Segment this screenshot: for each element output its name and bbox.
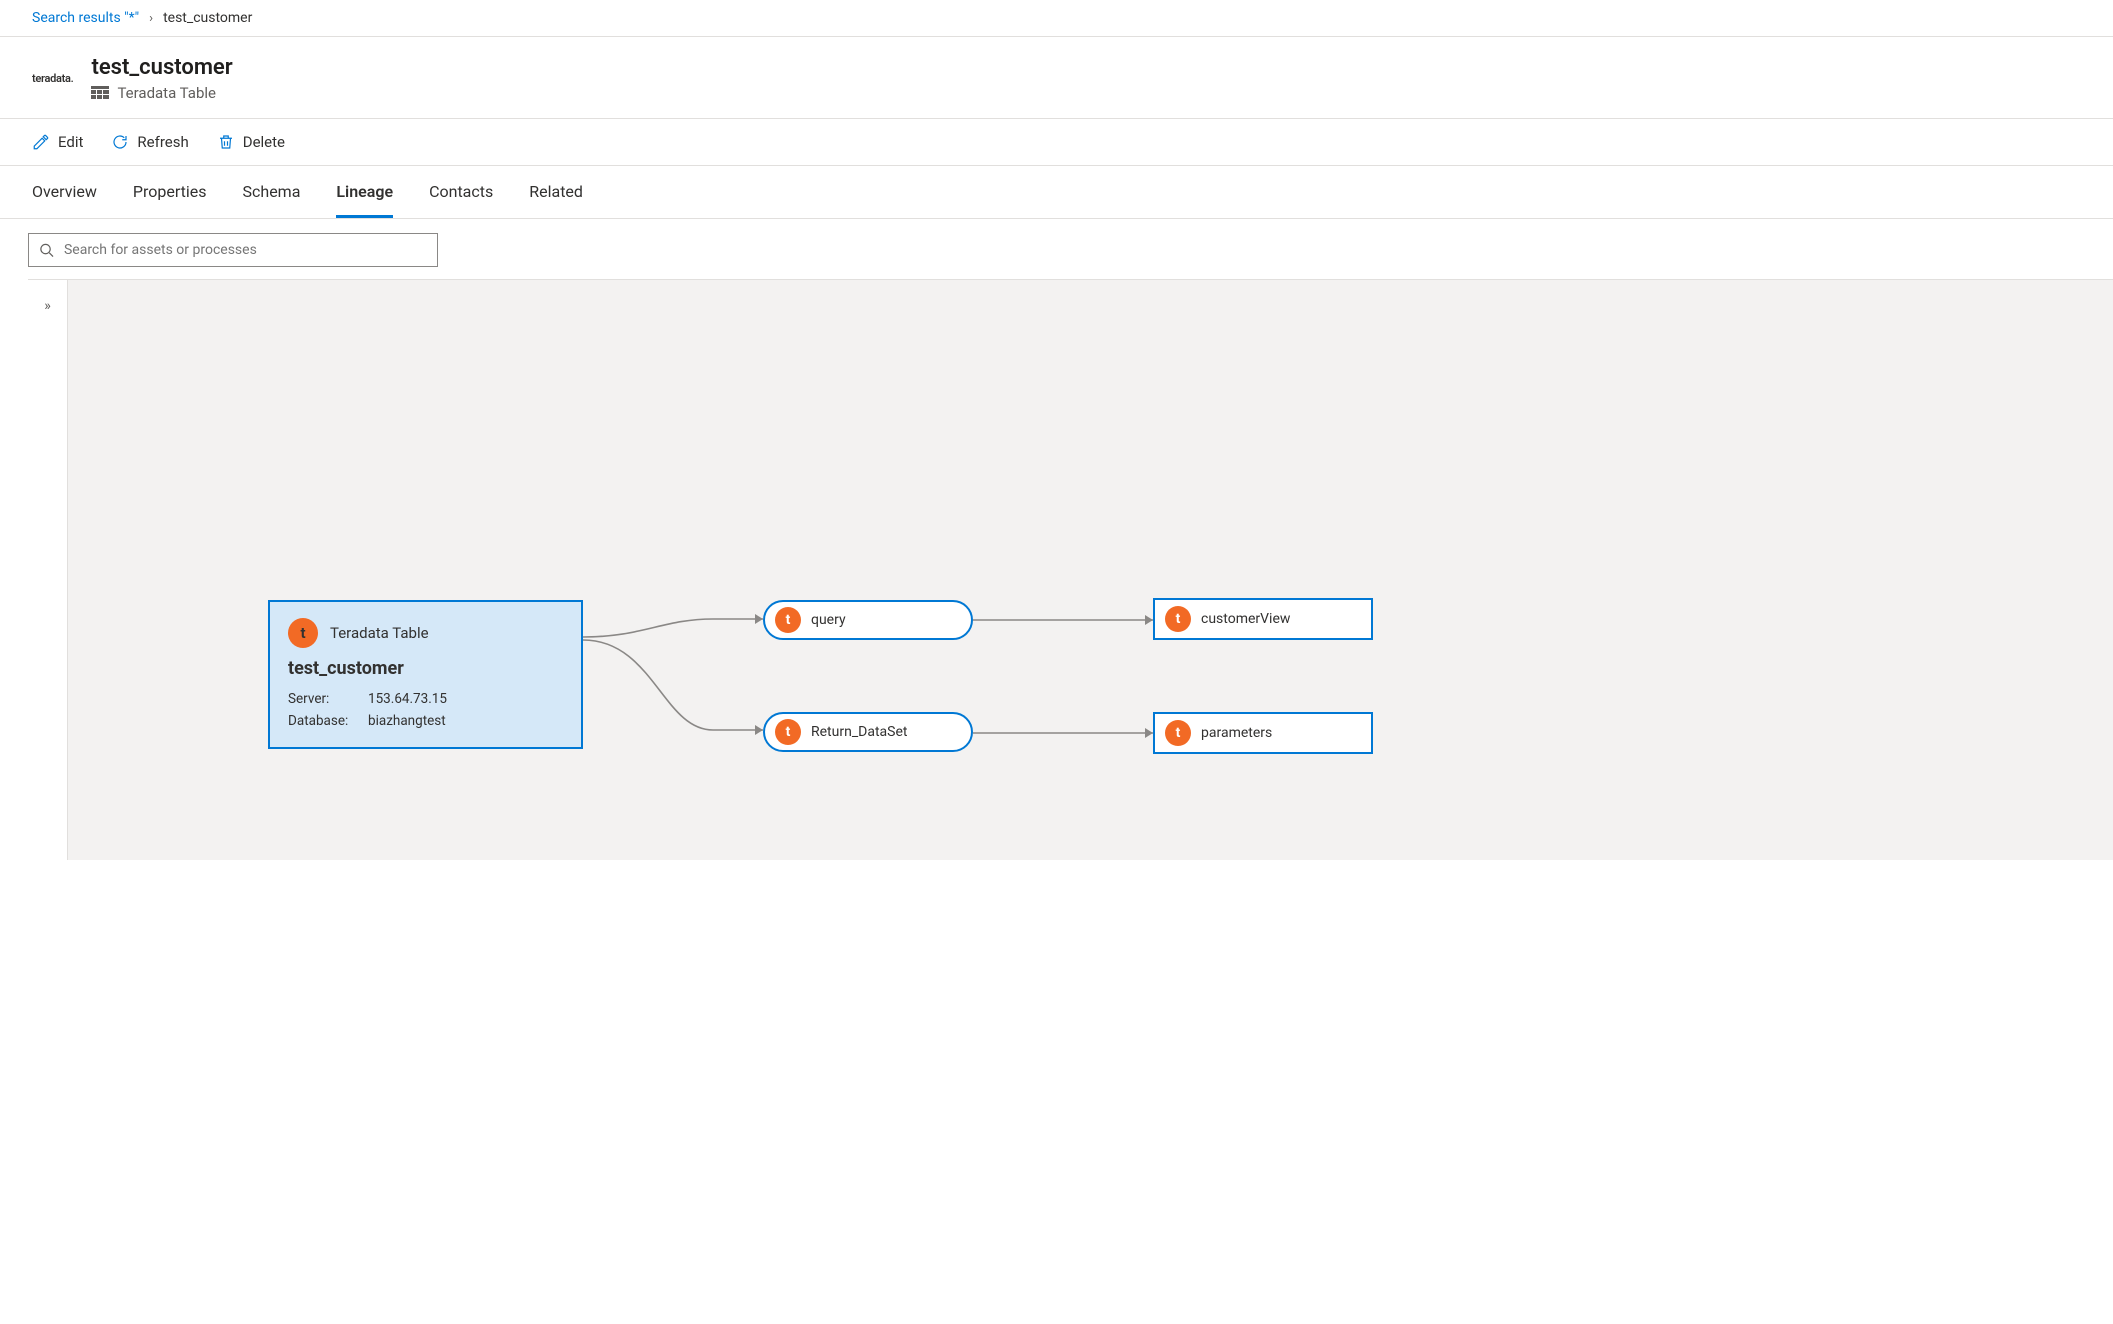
breadcrumb-search-label: Search results: [32, 10, 124, 26]
search-icon: [39, 242, 54, 258]
server-label: Server:: [288, 691, 368, 707]
tab-properties[interactable]: Properties: [133, 166, 207, 218]
lineage-node-return-dataset[interactable]: t Return_DataSet: [763, 712, 973, 752]
asset-header: teradata. test_customer Teradata Table: [0, 37, 2113, 119]
chevron-right-icon: ›: [149, 11, 153, 26]
server-value: 153.64.73.15: [368, 691, 563, 707]
lineage-node-query[interactable]: t query: [763, 600, 973, 640]
lineage-node-parameters[interactable]: t parameters: [1153, 712, 1373, 754]
breadcrumb: Search results "*" › test_customer: [0, 0, 2113, 37]
tabs: Overview Properties Schema Lineage Conta…: [0, 166, 2113, 219]
pencil-icon: [32, 133, 50, 151]
refresh-label: Refresh: [137, 133, 188, 151]
link-query-to-customerview: [973, 610, 1173, 630]
delete-label: Delete: [243, 133, 285, 151]
asset-type: Teradata Table: [117, 84, 216, 102]
node-main-type: Teradata Table: [330, 624, 429, 642]
teradata-icon: t: [775, 607, 801, 633]
node-query-label: query: [811, 612, 846, 628]
table-icon: [91, 86, 109, 100]
node-main-name: test_customer: [288, 658, 563, 679]
lineage-node-customerview[interactable]: t customerView: [1153, 598, 1373, 640]
database-value: biazhangtest: [368, 713, 563, 729]
breadcrumb-current: test_customer: [163, 10, 252, 26]
tab-lineage[interactable]: Lineage: [336, 166, 393, 218]
breadcrumb-search-query: "*": [124, 10, 139, 26]
database-label: Database:: [288, 713, 368, 729]
tab-overview[interactable]: Overview: [32, 166, 97, 218]
search-input[interactable]: [64, 242, 427, 258]
teradata-icon: t: [775, 719, 801, 745]
node-parameters-label: parameters: [1201, 725, 1272, 741]
tab-schema[interactable]: Schema: [243, 166, 301, 218]
page-title: test_customer: [91, 55, 232, 80]
lineage-search[interactable]: [28, 233, 438, 267]
breadcrumb-search-link[interactable]: Search results "*": [32, 10, 139, 26]
teradata-icon: t: [288, 618, 318, 648]
chevron-double-right-icon: »: [44, 298, 51, 860]
refresh-button[interactable]: Refresh: [111, 133, 188, 151]
panel-expand-button[interactable]: »: [28, 280, 68, 860]
tab-related[interactable]: Related: [529, 166, 583, 218]
trash-icon: [217, 133, 235, 151]
node-customerview-label: customerView: [1201, 611, 1290, 627]
lineage-node-main[interactable]: t Teradata Table test_customer Server: 1…: [268, 600, 583, 749]
delete-button[interactable]: Delete: [217, 133, 285, 151]
tab-contacts[interactable]: Contacts: [429, 166, 493, 218]
action-bar: Edit Refresh Delete: [0, 119, 2113, 166]
link-main-to-returndataset: [583, 630, 783, 750]
link-main-to-query: [583, 597, 783, 647]
link-returndataset-to-parameters: [973, 723, 1173, 743]
teradata-icon: t: [1165, 720, 1191, 746]
lineage-canvas[interactable]: t Teradata Table test_customer Server: 1…: [68, 280, 2113, 860]
edit-label: Edit: [58, 133, 83, 151]
teradata-logo: teradata.: [32, 72, 73, 85]
edit-button[interactable]: Edit: [32, 133, 83, 151]
refresh-icon: [111, 133, 129, 151]
teradata-icon: t: [1165, 606, 1191, 632]
node-return-dataset-label: Return_DataSet: [811, 724, 907, 740]
